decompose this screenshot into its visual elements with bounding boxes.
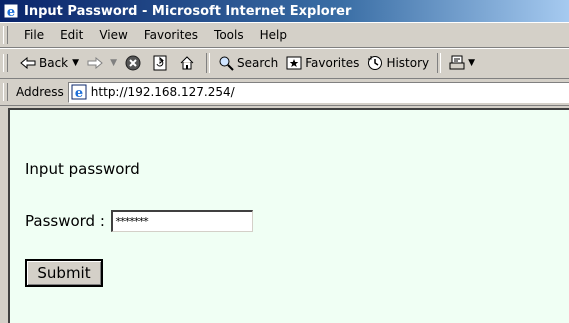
window-title: Input Password - Microsoft Internet Expl… (24, 3, 352, 19)
address-label: Address (16, 85, 64, 99)
menu-file[interactable]: File (16, 28, 52, 42)
password-input[interactable] (110, 210, 253, 232)
title-bar: e Input Password - Microsoft Internet Ex… (0, 0, 569, 22)
menu-favorites[interactable]: Favorites (136, 28, 206, 42)
search-icon (218, 55, 234, 71)
search-label: Search (236, 56, 279, 70)
menu-bar: File Edit View Favorites Tools Help (0, 22, 569, 48)
toolbar-grip (3, 54, 8, 72)
page-content: Input password Password : Submit (8, 108, 569, 323)
favorites-button[interactable]: Favorites (282, 51, 363, 75)
back-arrow-icon (20, 57, 36, 69)
svg-text:e: e (75, 86, 83, 100)
home-button[interactable] (175, 51, 202, 75)
back-button[interactable]: Back ▼ (16, 51, 83, 75)
stop-button[interactable] (121, 51, 148, 75)
svg-text:e: e (7, 5, 15, 19)
history-button[interactable]: History (363, 51, 433, 75)
forward-dropdown-icon[interactable]: ▼ (110, 58, 117, 68)
menu-edit[interactable]: Edit (52, 28, 91, 42)
menu-view[interactable]: View (91, 28, 135, 42)
print-button[interactable]: ▼ (445, 51, 479, 75)
address-bar: Address e http://192.168.127.254/ (0, 79, 569, 106)
menu-tools[interactable]: Tools (206, 28, 252, 42)
favorites-label: Favorites (305, 56, 360, 70)
browser-window: e Input Password - Microsoft Internet Ex… (0, 0, 569, 323)
toolbar-separator (437, 53, 442, 73)
print-icon (449, 55, 465, 71)
menu-grip (3, 25, 8, 44)
favorites-icon (286, 55, 302, 71)
refresh-icon (152, 55, 168, 71)
toolbar: Back ▼ ▼ Search Favorites History ▼ (0, 48, 569, 79)
page-heading: Input password (25, 160, 140, 178)
forward-button[interactable]: ▼ (83, 51, 121, 75)
forward-arrow-icon (87, 57, 103, 69)
password-label: Password : (25, 212, 105, 230)
back-dropdown-icon[interactable]: ▼ (72, 58, 79, 68)
home-icon (179, 55, 195, 71)
menu-help[interactable]: Help (252, 28, 295, 42)
page-icon: e (71, 84, 87, 100)
submit-button[interactable]: Submit (25, 259, 103, 287)
stop-icon (125, 55, 141, 71)
history-icon (367, 55, 383, 71)
print-dropdown-icon[interactable]: ▼ (468, 58, 475, 68)
history-label: History (386, 56, 430, 70)
back-label: Back (39, 56, 69, 70)
password-row: Password : (25, 210, 253, 232)
address-input[interactable]: e http://192.168.127.254/ (67, 81, 569, 103)
refresh-button[interactable] (148, 51, 175, 75)
address-grip (3, 83, 8, 101)
ie-logo-icon: e (3, 3, 19, 19)
search-button[interactable]: Search (214, 51, 282, 75)
toolbar-separator (205, 53, 210, 73)
address-url: http://192.168.127.254/ (90, 85, 235, 99)
